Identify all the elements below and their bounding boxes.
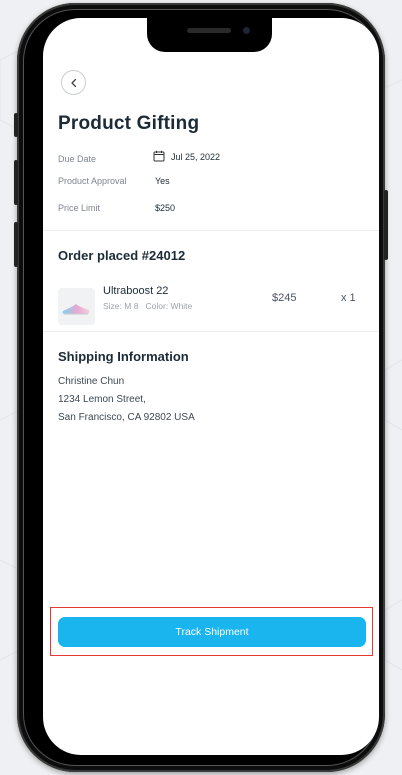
volume-down-button — [14, 222, 18, 267]
shipping-title: Shipping Information — [58, 349, 189, 364]
chevron-left-icon — [70, 78, 76, 87]
order-title: Order placed #24012 — [58, 248, 186, 263]
shipping-city: San Francisco, CA 92802 USA — [58, 412, 195, 423]
calendar-icon — [153, 150, 165, 162]
divider — [43, 331, 379, 332]
shipping-name: Christine Chun — [58, 376, 125, 387]
mute-switch — [14, 113, 18, 137]
approval-value: Yes — [155, 176, 170, 186]
due-date-value: Jul 25, 2022 — [171, 152, 221, 162]
back-button[interactable] — [61, 70, 86, 95]
price-limit-value: $250 — [155, 203, 176, 213]
due-date-label: Due Date — [58, 154, 97, 164]
product-price: $245 — [272, 292, 297, 304]
shipping-street: 1234 Lemon Street, — [58, 394, 146, 405]
product-name: Ultraboost 22 — [103, 285, 169, 297]
speaker-grille — [187, 28, 231, 33]
product-quantity: x 1 — [341, 292, 356, 304]
power-button — [384, 190, 388, 260]
notch — [147, 18, 272, 52]
volume-up-button — [14, 160, 18, 205]
price-limit-label: Price Limit — [58, 203, 101, 213]
front-camera — [243, 27, 250, 34]
page-title: Product Gifting — [58, 113, 200, 134]
sneaker-image — [58, 288, 95, 325]
divider — [43, 230, 379, 231]
product-meta: Size: M 8 Color: White — [103, 301, 193, 311]
approval-label: Product Approval — [58, 176, 127, 186]
highlight-box — [50, 607, 373, 656]
